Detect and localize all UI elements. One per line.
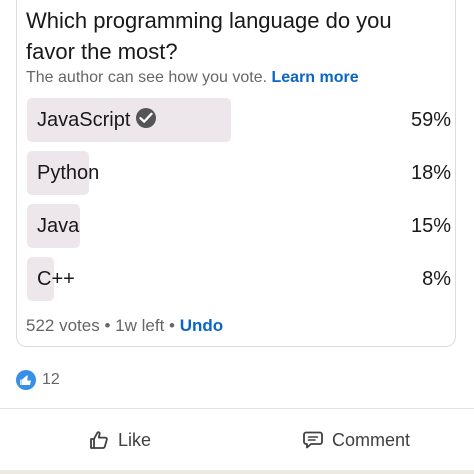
like-label: Like [118,429,152,450]
learn-more-link[interactable]: Learn more [272,69,359,86]
author-note: The author can see how you vote. Learn m… [26,69,359,87]
like-icon [90,431,108,449]
poll-option-label: Java [37,215,80,237]
reaction-count: 12 [42,371,60,388]
poll-option-percent: 8% [422,268,451,290]
poll-option-label: JavaScript [37,109,131,131]
time-left: 1w left [115,316,165,335]
poll-option-percent: 59% [410,109,451,131]
reactions-summary[interactable]: 12 [16,369,60,391]
author-note-text: The author can see how you vote. [26,69,268,86]
poll-option-label: C++ [37,268,75,290]
like-button[interactable]: Like [88,425,151,455]
poll-question: Which programming language do you favor … [26,8,392,64]
thumbs-up-icon [16,370,36,390]
separator-dot: • [104,316,116,335]
comment-button[interactable]: Comment [302,425,410,455]
poll-option-percent: 18% [410,162,451,184]
divider [0,408,474,409]
poll-option-cpp[interactable]: C++ 8% [27,257,451,301]
checkmark-icon [136,108,157,128]
undo-link[interactable]: Undo [180,316,223,335]
poll-option-javascript[interactable]: JavaScript 59% [27,98,451,142]
comment-icon [303,431,323,449]
poll-option-python[interactable]: Python 18% [27,151,451,195]
poll-option-label-wrap: JavaScript [37,98,157,142]
comment-label: Comment [332,429,411,450]
bottom-edge [0,470,474,474]
separator-dot: • [169,316,180,335]
poll-option-percent: 15% [410,215,451,237]
poll-footer: 522 votes • 1w left • Undo [26,316,223,336]
vote-count: 522 votes [26,316,100,335]
poll-option-java[interactable]: Java 15% [27,204,451,248]
poll-option-label: Python [37,162,100,184]
